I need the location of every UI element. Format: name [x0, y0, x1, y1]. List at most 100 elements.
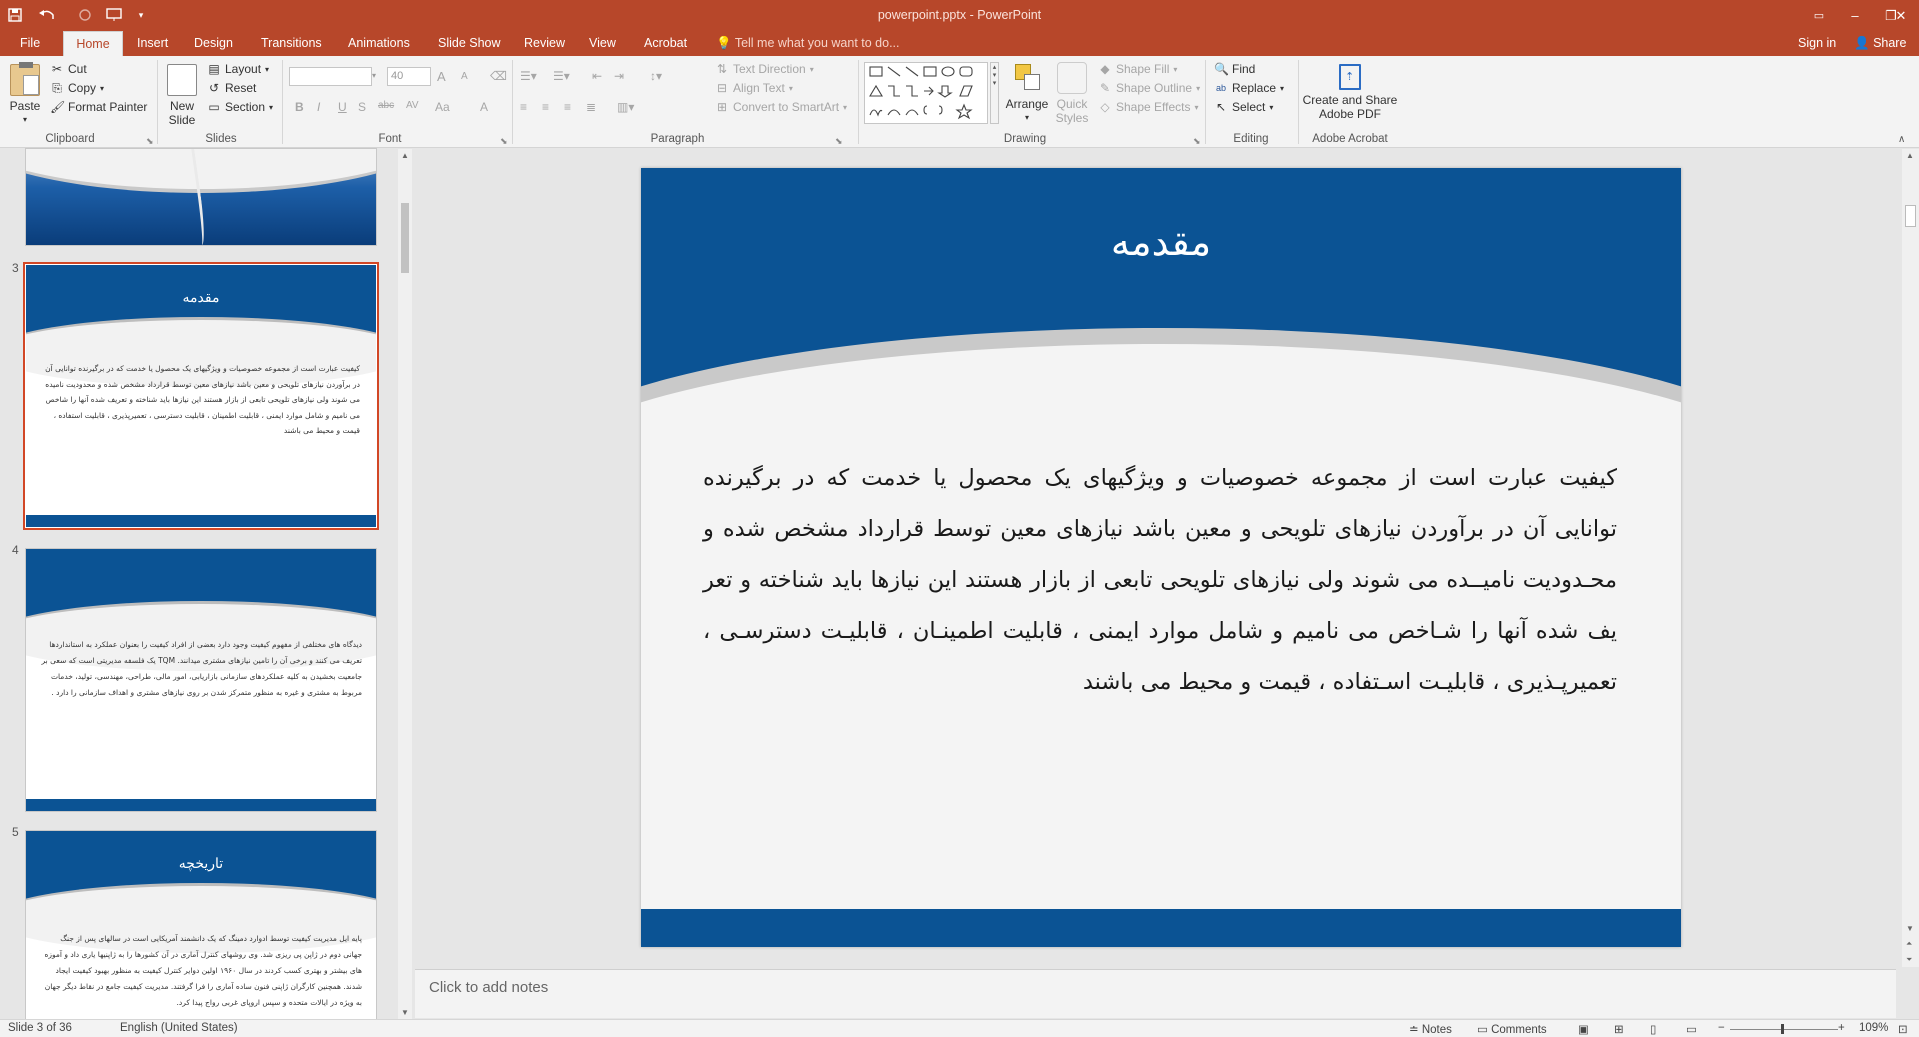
slide-sorter-icon[interactable]: ⊞: [1614, 1022, 1624, 1036]
character-spacing-button[interactable]: AV: [406, 100, 419, 111]
shrink-font-icon[interactable]: A: [461, 71, 468, 82]
zoom-slider-thumb[interactable]: [1781, 1024, 1784, 1034]
ribbon-display-options-icon[interactable]: ▭: [1801, 0, 1837, 31]
zoom-level[interactable]: 109%: [1859, 1022, 1888, 1034]
find-button[interactable]: 🔍 Find: [1214, 62, 1255, 76]
tab-file[interactable]: File: [12, 31, 48, 56]
current-slide[interactable]: مقدمه کیفیت عبارت است از مجموعه خصوصیات …: [641, 168, 1681, 947]
shadow-button[interactable]: S: [358, 100, 366, 114]
scroll-up-icon[interactable]: ▲: [401, 151, 409, 160]
tab-review[interactable]: Review: [516, 31, 573, 56]
tab-slide-show[interactable]: Slide Show: [430, 31, 509, 56]
tab-design[interactable]: Design: [186, 31, 241, 56]
shapes-gallery-scroll[interactable]: ▴ ▾ ▾: [990, 62, 999, 124]
bold-button[interactable]: B: [295, 100, 304, 114]
shape-effects-button[interactable]: ◇ Shape Effects ▾: [1098, 100, 1198, 114]
notes-toggle[interactable]: ≐ Notes: [1409, 1022, 1452, 1036]
drawing-launcher-icon[interactable]: ⬊: [1193, 136, 1201, 147]
clear-formatting-icon[interactable]: ⌫: [490, 69, 507, 83]
format-painter-button[interactable]: 🖌 Format Painter: [50, 100, 147, 114]
language-indicator[interactable]: English (United States): [120, 1022, 238, 1034]
zoom-in-icon[interactable]: +: [1838, 1022, 1845, 1034]
scroll-up-icon[interactable]: ▲: [1906, 151, 1914, 160]
select-button[interactable]: ↖ Select ▾: [1214, 100, 1273, 114]
reading-view-icon[interactable]: ▯: [1650, 1022, 1656, 1036]
line-spacing-icon[interactable]: ↕▾: [650, 69, 662, 83]
text-direction-button[interactable]: ⇅ Text Direction ▾: [715, 62, 814, 76]
font-name-input[interactable]: [289, 67, 372, 86]
quick-styles-button[interactable]: Quick Styles: [1052, 62, 1092, 125]
convert-smartart-button[interactable]: ⊞ Convert to SmartArt ▾: [715, 100, 847, 114]
change-case-button[interactable]: Aa: [435, 100, 450, 114]
font-color-button[interactable]: A: [480, 100, 488, 114]
comments-toggle[interactable]: ▭ Comments: [1477, 1022, 1547, 1036]
shape-fill-button[interactable]: ◆ Shape Fill ▾: [1098, 62, 1177, 76]
slide-thumbnail-3[interactable]: مقدمه کیفیت عبارت است از مجموعه خصوصیات …: [26, 265, 376, 527]
section-button[interactable]: ▭ Section ▾: [207, 100, 273, 114]
numbering-icon[interactable]: ☰▾: [553, 69, 570, 83]
align-right-icon[interactable]: ≡: [564, 100, 571, 114]
slide-title[interactable]: مقدمه: [641, 220, 1681, 264]
scroll-down-icon[interactable]: ▼: [1906, 924, 1914, 933]
collapse-ribbon-icon[interactable]: ∧: [1898, 134, 1905, 145]
copy-button[interactable]: ⎘ Copy ▾: [50, 81, 104, 95]
clipboard-launcher-icon[interactable]: ⬊: [146, 136, 154, 147]
scrollbar-thumb[interactable]: [1905, 205, 1916, 227]
shape-outline-button[interactable]: ✎ Shape Outline ▾: [1098, 81, 1200, 95]
sign-in-link[interactable]: Sign in: [1790, 31, 1844, 56]
paragraph-launcher-icon[interactable]: ⬊: [835, 136, 843, 147]
slide-thumbnail-2[interactable]: [26, 149, 376, 245]
next-slide-icon[interactable]: ⏷: [1906, 955, 1912, 965]
scroll-down-icon[interactable]: ▼: [401, 1008, 409, 1017]
tab-acrobat[interactable]: Acrobat: [636, 31, 695, 56]
editor-scrollbar[interactable]: ▲ ▼ ⏶ ⏷: [1902, 149, 1919, 967]
align-left-icon[interactable]: ≡: [520, 100, 527, 114]
grow-font-icon[interactable]: A: [437, 69, 446, 84]
arrange-button[interactable]: Arrange ▾: [1005, 62, 1049, 125]
paste-button[interactable]: Paste ▾: [6, 62, 44, 127]
previous-slide-icon[interactable]: ⏶: [1906, 939, 1912, 949]
reset-button[interactable]: ↺ Reset: [207, 81, 256, 95]
font-size-input[interactable]: 40: [387, 67, 431, 86]
fit-slide-icon[interactable]: ⊡: [1898, 1022, 1908, 1036]
decrease-indent-icon[interactable]: ⇤: [592, 69, 602, 83]
new-slide-label-1: New: [169, 99, 194, 113]
cut-button[interactable]: ✂ Cut: [50, 62, 87, 76]
underline-button[interactable]: U: [338, 100, 347, 114]
font-name-dropdown-icon[interactable]: ▾: [372, 67, 386, 86]
columns-icon[interactable]: ▥▾: [617, 100, 634, 114]
shapes-gallery[interactable]: [864, 62, 988, 124]
slide-thumbnail-4[interactable]: دیدگاه های مختلفی از مفهوم کیفیت وجود دا…: [26, 549, 376, 811]
bullets-icon[interactable]: ☰▾: [520, 69, 537, 83]
zoom-out-icon[interactable]: −: [1718, 1022, 1725, 1034]
tab-insert[interactable]: Insert: [129, 31, 176, 56]
layout-button[interactable]: ▤ Layout ▾: [207, 62, 269, 76]
share-button[interactable]: 👤 Share: [1846, 31, 1914, 56]
italic-button[interactable]: I: [317, 100, 320, 114]
tab-home[interactable]: Home: [63, 31, 123, 56]
thumbnail-scrollbar[interactable]: ▲ ▼: [398, 149, 412, 1019]
slide-body-text[interactable]: کیفیت عبارت است از مجموعه خصوصیات و ویژگ…: [703, 453, 1617, 708]
tab-animations[interactable]: Animations: [340, 31, 418, 56]
normal-view-icon[interactable]: ▣: [1578, 1022, 1589, 1036]
create-share-pdf-button[interactable]: ⇡ Create and Share Adobe PDF: [1302, 64, 1398, 121]
paragraph-group-label: Paragraph: [650, 133, 705, 145]
notes-pane[interactable]: Click to add notes: [415, 969, 1896, 1018]
align-center-icon[interactable]: ≡: [542, 100, 549, 114]
strikethrough-button[interactable]: abc: [378, 100, 394, 111]
tab-view[interactable]: View: [581, 31, 624, 56]
increase-indent-icon[interactable]: ⇥: [614, 69, 624, 83]
tell-me-box[interactable]: 💡 Tell me what you want to do...: [708, 31, 908, 56]
slide-thumbnail-5[interactable]: تاریخچه پایه ایل مدیریت کیفیت توسط ادوار…: [26, 831, 376, 1019]
zoom-slider[interactable]: [1730, 1029, 1838, 1030]
scrollbar-thumb[interactable]: [401, 203, 409, 273]
slide-show-view-icon[interactable]: ▭: [1686, 1022, 1697, 1036]
justify-icon[interactable]: ≣: [586, 100, 596, 114]
align-text-button[interactable]: ⊟ Align Text ▾: [715, 81, 793, 95]
close-button[interactable]: ✕: [1883, 0, 1919, 31]
minimize-button[interactable]: –: [1837, 0, 1873, 31]
tab-transitions[interactable]: Transitions: [253, 31, 330, 56]
replace-button[interactable]: ab Replace ▾: [1214, 81, 1284, 95]
new-slide-button[interactable]: New Slide: [163, 64, 201, 127]
font-launcher-icon[interactable]: ⬊: [500, 136, 508, 147]
